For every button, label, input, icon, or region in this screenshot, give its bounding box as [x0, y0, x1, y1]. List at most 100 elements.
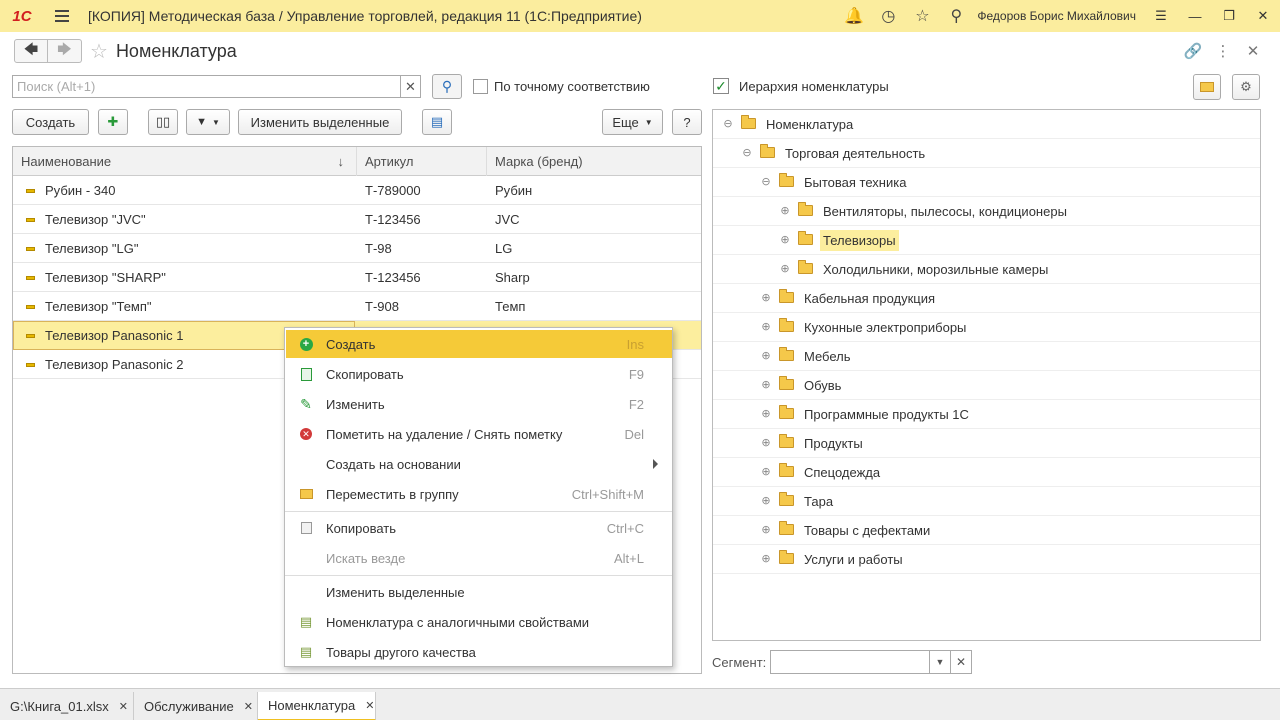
tree-node[interactable]: ⊕ Обувь [713, 371, 1260, 400]
tree-node-selected[interactable]: ⊕ Телевизоры [713, 226, 1260, 255]
create-button[interactable]: Создать [12, 109, 89, 135]
back-button[interactable]: 🡄 [14, 39, 48, 63]
segment-label: Сегмент: [712, 655, 767, 670]
clipboard-copy-icon [286, 522, 326, 534]
column-header-article[interactable]: Артикул [357, 147, 487, 176]
new-folder-button[interactable] [1193, 74, 1221, 100]
tree-node[interactable]: ⊕ Кабельная продукция [713, 284, 1260, 313]
star-icon[interactable]: ☆ [905, 0, 939, 32]
segment-dropdown-icon[interactable]: ▼ [929, 650, 951, 674]
expand-icon[interactable]: ⊕ [761, 380, 771, 391]
settings-button[interactable]: ⚙ [1232, 74, 1260, 100]
minimize-button[interactable]: — [1178, 0, 1212, 32]
expand-icon[interactable]: ⊕ [780, 206, 790, 217]
tree-node[interactable]: ⊕ Спецодежда [713, 458, 1260, 487]
table-row[interactable]: Рубин - 340 Т-789000 Рубин [13, 176, 701, 205]
table-row[interactable]: Телевизор "Темп" Т-908 Темп [13, 292, 701, 321]
item-icon [26, 218, 35, 222]
close-window-button[interactable]: ✕ [1246, 0, 1280, 32]
close-icon[interactable]: ✕ [244, 700, 253, 713]
tree-node[interactable]: ⊕ Товары с дефектами [713, 516, 1260, 545]
menu-item-copy[interactable]: Скопировать F9 [286, 360, 672, 388]
segment-clear-icon[interactable]: ✕ [950, 650, 972, 674]
favorite-star-icon[interactable]: ☆ [90, 39, 108, 64]
expand-icon[interactable]: ⊕ [761, 496, 771, 507]
menu-item-other-quality[interactable]: ▤ Товары другого качества [286, 638, 672, 666]
menu-item-edit[interactable]: ✎ Изменить F2 [286, 390, 672, 418]
folder-icon [779, 318, 794, 332]
expand-icon[interactable]: ⊕ [780, 264, 790, 275]
search-icon[interactable]: ⚲ [939, 0, 973, 32]
table-row[interactable]: Телевизор "SHARP" Т-123456 Sharp [13, 263, 701, 292]
settings-menu-icon[interactable]: ☰ [1144, 0, 1178, 32]
hierarchy-checkbox[interactable]: ✓ [713, 78, 729, 94]
tab-service[interactable]: Обслуживание ✕ [134, 692, 258, 720]
column-header-name[interactable]: Наименование ↓ [13, 147, 357, 176]
table-row[interactable]: Телевизор "JVC" Т-123456 JVC [13, 205, 701, 234]
table-row[interactable]: Телевизор "LG" Т-98 LG [13, 234, 701, 263]
expand-icon[interactable]: ⊕ [761, 293, 771, 304]
user-name[interactable]: Федоров Борис Михайлович [977, 9, 1136, 23]
tree-node[interactable]: ⊖ Бытовая техника [713, 168, 1260, 197]
tree-node[interactable]: ⊕ Кухонные электроприборы [713, 313, 1260, 342]
expand-icon[interactable]: ⊕ [761, 467, 771, 478]
more-button[interactable]: Еще ▼ [602, 109, 663, 135]
menu-item-mark-delete[interactable]: ✕ Пометить на удаление / Снять пометку D… [286, 420, 672, 448]
expand-icon[interactable]: ⊕ [761, 438, 771, 449]
change-selected-button[interactable]: Изменить выделенные [238, 109, 402, 135]
search-button[interactable]: ⚲ [432, 74, 462, 99]
report-button[interactable]: ▤ [422, 109, 452, 135]
cell-name: Телевизор "Темп" [45, 299, 152, 314]
collapse-icon[interactable]: ⊖ [742, 148, 752, 159]
list-icon: ▤ [430, 114, 444, 129]
menu-item-move-to-group[interactable]: Переместить в группу Ctrl+Shift+M [286, 480, 672, 508]
menu-item-change-selected[interactable]: Изменить выделенные [286, 578, 672, 606]
menu-item-copy-clipboard[interactable]: Копировать Ctrl+C [286, 514, 672, 542]
tree-node[interactable]: ⊕ Услуги и работы [713, 545, 1260, 574]
more-vertical-icon[interactable]: ⋮ [1208, 36, 1238, 66]
help-button[interactable]: ? [672, 109, 702, 135]
tab-nomenclature[interactable]: Номенклатура ✕ [258, 692, 376, 720]
expand-icon[interactable]: ⊕ [761, 351, 771, 362]
search-input[interactable]: Поиск (Alt+1) [12, 75, 401, 98]
segment-input[interactable] [770, 650, 930, 674]
history-icon[interactable]: ◷ [871, 0, 905, 32]
item-icon [26, 189, 35, 193]
tree-node[interactable]: ⊖ Торговая деятельность [713, 139, 1260, 168]
expand-icon[interactable]: ⊕ [761, 409, 771, 420]
tree-node[interactable]: ⊕ Холодильники, морозильные камеры [713, 255, 1260, 284]
more-label: Еще [612, 114, 639, 130]
tree-node[interactable]: ⊕ Тара [713, 487, 1260, 516]
menu-item-create-based-on[interactable]: Создать на основании [286, 450, 672, 478]
filter-button[interactable]: ▼ ▼ [186, 109, 230, 135]
folder-add-icon [1200, 82, 1214, 92]
exact-match-checkbox[interactable] [473, 79, 488, 94]
close-icon[interactable]: ✕ [119, 700, 128, 713]
close-icon[interactable]: ✕ [365, 699, 374, 712]
forward-button[interactable]: 🡆 [48, 39, 82, 63]
menu-item-create[interactable]: + Создать Ins [286, 330, 672, 358]
restore-button[interactable]: ❐ [1212, 0, 1246, 32]
collapse-icon[interactable]: ⊖ [761, 177, 771, 188]
barcode-button[interactable]: ▯▯ [148, 109, 178, 135]
bell-icon[interactable]: 🔔 [837, 0, 871, 32]
column-header-brand[interactable]: Марка (бренд) [487, 147, 701, 176]
tree-node[interactable]: ⊕ Мебель [713, 342, 1260, 371]
expand-icon[interactable]: ⊕ [761, 322, 771, 333]
tree-node[interactable]: ⊕ Вентиляторы, пылесосы, кондиционеры [713, 197, 1260, 226]
expand-icon[interactable]: ⊕ [761, 525, 771, 536]
expand-icon[interactable]: ⊕ [761, 554, 771, 565]
search-clear-icon[interactable]: ✕ [400, 75, 421, 98]
tree-node[interactable]: ⊕ Продукты [713, 429, 1260, 458]
link-icon[interactable]: 🔗 [1178, 36, 1208, 66]
tab-excel-file[interactable]: G:\Книга_01.xlsx ✕ [0, 692, 134, 720]
expand-icon[interactable]: ⊕ [780, 235, 790, 246]
main-menu-button[interactable] [44, 0, 80, 32]
tree-node[interactable]: ⊕ Программные продукты 1С [713, 400, 1260, 429]
tree-node[interactable]: ⊖ Номенклатура [713, 110, 1260, 139]
copy-button[interactable]: ✚ [98, 109, 128, 135]
menu-separator [285, 575, 672, 576]
collapse-icon[interactable]: ⊖ [723, 119, 733, 130]
menu-item-similar-properties[interactable]: ▤ Номенклатура с аналогичными свойствами [286, 608, 672, 636]
close-form-icon[interactable]: ✕ [1238, 36, 1268, 66]
